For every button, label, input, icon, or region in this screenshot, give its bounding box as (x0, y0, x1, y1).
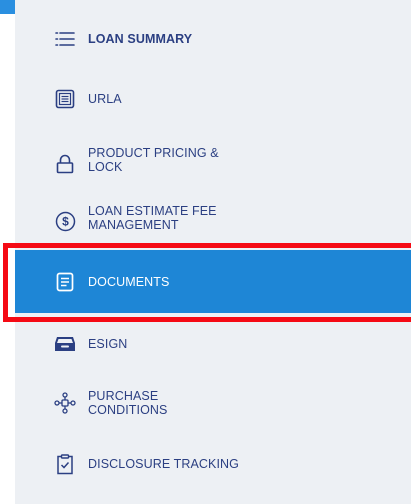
document-icon (54, 271, 76, 293)
dollar-circle-icon: $ (54, 210, 76, 232)
sidebar-item-label: PRODUCT PRICING & LOCK (88, 146, 219, 174)
svg-text:$: $ (62, 214, 69, 228)
network-icon (54, 392, 76, 414)
label-line-2: LOCK (88, 160, 123, 174)
label-line-1: PURCHASE (88, 389, 159, 403)
label-line-2: MANAGEMENT (88, 218, 179, 232)
sidebar-item-label: DISCLOSURE TRACKING (88, 457, 240, 471)
sidebar-item-label: LOAN ESTIMATE FEE MANAGEMENT (88, 204, 217, 232)
sidebar-item-product-pricing-lock[interactable]: PRODUCT PRICING & LOCK (15, 138, 411, 182)
label-line-1: PRODUCT PRICING & (88, 146, 219, 160)
inbox-tray-icon (54, 333, 76, 355)
label-line-1: LOAN ESTIMATE FEE (88, 204, 217, 218)
lock-icon (54, 153, 76, 175)
label-line-2: CONDITIONS (88, 403, 168, 417)
clipboard-check-icon (54, 453, 76, 475)
sidebar-item-loan-estimate-fee-management[interactable]: $ LOAN ESTIMATE FEE MANAGEMENT (15, 196, 411, 240)
sidebar-item-loan-summary[interactable]: LOAN SUMMARY (15, 21, 411, 57)
sidebar-item-documents[interactable]: DOCUMENTS (15, 250, 411, 313)
sidebar-item-label: LOAN SUMMARY (88, 32, 193, 46)
sidebar-item-label: URLA (88, 92, 122, 106)
sidebar-nav: LOAN SUMMARY URLA PRODUCT PRICING & LOCK… (15, 0, 411, 504)
sidebar-item-disclosure-tracking[interactable]: DISCLOSURE TRACKING (15, 446, 411, 482)
sidebar-item-label: PURCHASE CONDITIONS (88, 389, 167, 417)
sidebar-item-urla[interactable]: URLA (15, 81, 411, 117)
sidebar-item-label: DOCUMENTS (88, 274, 170, 289)
sidebar-item-label: ESIGN (88, 337, 128, 351)
sidebar-item-esign[interactable]: ESIGN (15, 326, 411, 362)
list-icon (54, 28, 76, 50)
corner-accent (0, 0, 15, 14)
app-screen: LOAN SUMMARY URLA PRODUCT PRICING & LOCK… (0, 0, 411, 504)
form-icon (54, 88, 76, 110)
sidebar-item-purchase-conditions[interactable]: PURCHASE CONDITIONS (15, 381, 411, 425)
